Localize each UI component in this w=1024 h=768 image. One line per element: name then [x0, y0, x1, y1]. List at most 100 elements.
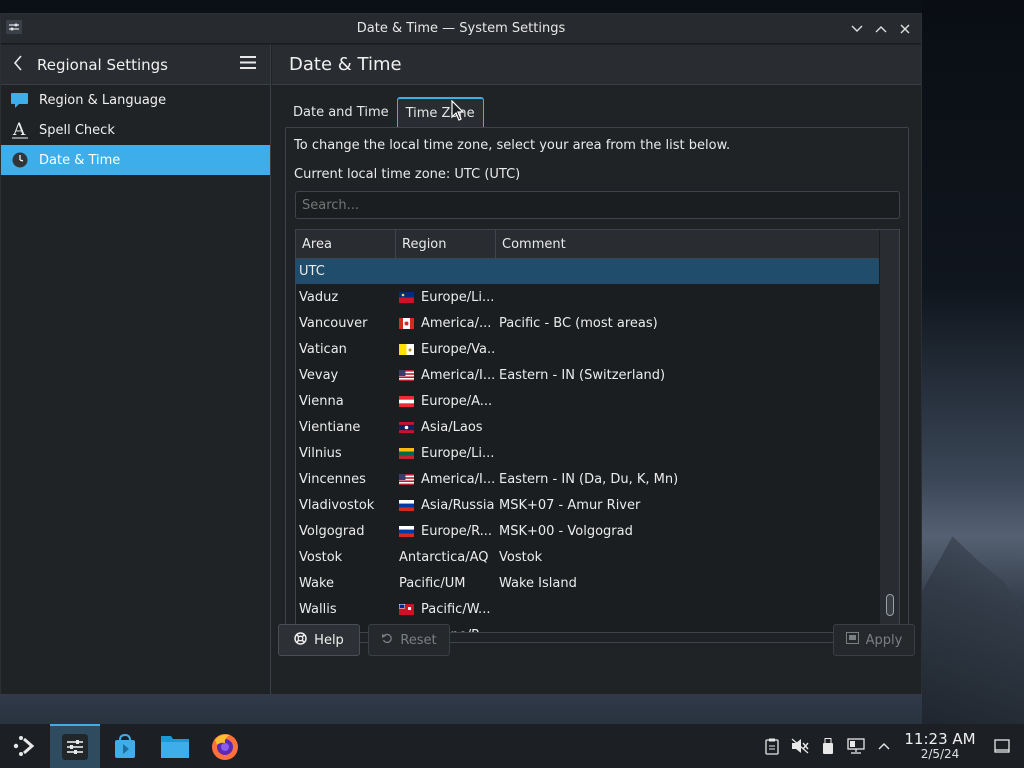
table-row[interactable]: Vostok Antarctica/AQ Vostok: [296, 544, 899, 570]
flag-lt-icon: [399, 447, 414, 459]
cell-area: Vatican: [299, 341, 347, 357]
network-wired-icon: [847, 738, 865, 754]
cell-area: Wake: [299, 575, 335, 591]
scrollbar-thumb[interactable]: [886, 594, 894, 616]
sidebar-item-label: Spell Check: [39, 122, 115, 138]
volume-tray-button[interactable]: [786, 738, 814, 754]
help-button[interactable]: Help: [278, 624, 360, 656]
flag-la-icon: [399, 421, 414, 433]
current-zone-text: Current local time zone: UTC (UTC): [294, 167, 521, 182]
table-row[interactable]: Vienna Europe/A...: [296, 388, 899, 414]
table-row[interactable]: Volgograd Europe/R... MSK+00 - Volgograd: [296, 518, 899, 544]
firefox-icon: [212, 734, 238, 760]
spell-check-icon: A: [11, 121, 29, 139]
column-header-comment[interactable]: Comment: [496, 230, 879, 259]
cell-region: Europe/Va...: [396, 342, 496, 357]
apply-icon: [845, 632, 859, 648]
close-icon: [900, 24, 910, 34]
reset-button[interactable]: Reset: [368, 624, 450, 656]
back-button[interactable]: [13, 54, 29, 75]
sidebar-item-label: Region & Language: [39, 92, 167, 108]
show-hidden-tray-button[interactable]: [870, 742, 898, 750]
cell-region: Europe/Li...: [396, 290, 496, 305]
help-lifebuoy-icon: [294, 631, 307, 649]
table-row[interactable]: Wallis Pacific/W...: [296, 596, 899, 622]
vertical-scrollbar[interactable]: [879, 230, 899, 632]
table-row[interactable]: Vaduz Europe/Li...: [296, 284, 899, 310]
table-row[interactable]: Vladivostok Asia/Russia MSK+07 - Amur Rive…: [296, 492, 899, 518]
flag-us-icon: [399, 473, 414, 485]
usb-drive-icon: [823, 737, 833, 754]
cell-comment: Eastern - IN (Switzerland): [499, 367, 666, 383]
cell-region: Pacific/W...: [396, 602, 496, 617]
taskbar-firefox[interactable]: [200, 724, 250, 768]
digital-clock[interactable]: 11:23 AM 2/5/24: [900, 731, 980, 761]
table-row[interactable]: Vatican Europe/Va...: [296, 336, 899, 362]
clipboard-tray-button[interactable]: [758, 738, 786, 755]
cell-region: Europe/A...: [396, 394, 496, 409]
page-title: Date & Time: [272, 45, 921, 85]
cell-area: Vilnius: [299, 445, 342, 461]
table-row[interactable]: Vilnius Europe/Li...: [296, 440, 899, 466]
sidebar-title: Regional Settings: [37, 55, 169, 74]
taskbar-file-manager[interactable]: [150, 724, 200, 768]
table-row[interactable]: Vevay America/I... Eastern - IN (Switzerla…: [296, 362, 899, 388]
sidebar-item-label: Date & Time: [39, 152, 121, 168]
time-zone-table: Area Region Comment UTC Vaduz Europe/Li...…: [295, 229, 900, 633]
removable-devices-tray-button[interactable]: [814, 737, 842, 755]
cell-region-text: Europe/A...: [421, 393, 493, 409]
cell-area: Vaduz: [299, 289, 339, 305]
clock-time: 11:23 AM: [904, 730, 976, 749]
table-row[interactable]: Vincennes America/I... Eastern - IN (Da, D…: [296, 466, 899, 492]
time-zone-panel: To change the local time zone, select yo…: [285, 127, 909, 643]
cell-comment: Vostok: [499, 549, 543, 565]
window-app-icon[interactable]: [6, 20, 22, 34]
table-row[interactable]: UTC: [296, 259, 899, 284]
flag-ru-icon: [399, 525, 414, 537]
cell-comment: Pacific - BC (most areas): [499, 315, 658, 331]
flag-va-icon: [399, 343, 414, 355]
table-header: Area Region Comment: [296, 230, 899, 259]
search-input[interactable]: [295, 191, 900, 219]
taskbar-system-settings[interactable]: [50, 724, 100, 768]
cell-region: America/I...: [396, 368, 496, 383]
minimize-button[interactable]: [847, 20, 867, 38]
title-bar[interactable]: Date & Time — System Settings: [1, 14, 921, 44]
chevron-up-icon: [878, 743, 890, 750]
hamburger-menu-button[interactable]: [240, 56, 258, 73]
maximize-button[interactable]: [871, 20, 891, 38]
show-desktop-button[interactable]: [980, 739, 1024, 753]
tab-date-and-time[interactable]: Date and Time: [285, 97, 397, 127]
table-row[interactable]: Vancouver America/... Pacific - BC (most a…: [296, 310, 899, 336]
cell-region-text: Asia/Laos: [421, 419, 483, 435]
network-tray-button[interactable]: [842, 738, 870, 754]
clock-icon: [11, 151, 29, 169]
close-button[interactable]: [895, 20, 915, 38]
sidebar-item-date-time[interactable]: Date & Time: [1, 145, 270, 175]
flag-ru-icon: [399, 499, 414, 511]
app-launcher-icon: [13, 736, 35, 756]
table-row[interactable]: Vientiane Asia/Laos: [296, 414, 899, 440]
hamburger-menu-icon: [240, 56, 256, 69]
cell-area: UTC: [299, 264, 325, 279]
flag-wf-icon: [399, 603, 414, 615]
column-header-region[interactable]: Region: [396, 230, 496, 259]
taskbar-discover[interactable]: [100, 724, 150, 768]
apply-button[interactable]: Apply: [833, 624, 915, 656]
cell-region-text: Asia/Russia: [421, 497, 495, 513]
help-button-label: Help: [314, 632, 344, 648]
cell-region-text: America/I...: [421, 367, 496, 383]
cell-region-text: Europe/Li...: [421, 445, 495, 461]
sidebar: Regional Settings Region & Language A Sp…: [1, 45, 271, 694]
cell-region-text: Europe/Li...: [421, 289, 495, 305]
show-desktop-icon: [994, 739, 1010, 753]
sidebar-item-region-language[interactable]: Region & Language: [1, 85, 270, 115]
undo-icon: [381, 632, 393, 648]
tab-time-zone[interactable]: Time Zone: [396, 97, 484, 127]
app-launcher-button[interactable]: [0, 724, 50, 768]
column-header-area[interactable]: Area: [296, 230, 396, 259]
cell-area: Vancouver: [299, 315, 368, 331]
cell-area: Vevay: [299, 367, 339, 383]
table-row[interactable]: Wake Pacific/UM Wake Island: [296, 570, 899, 596]
sidebar-item-spell-check[interactable]: A Spell Check: [1, 115, 270, 145]
